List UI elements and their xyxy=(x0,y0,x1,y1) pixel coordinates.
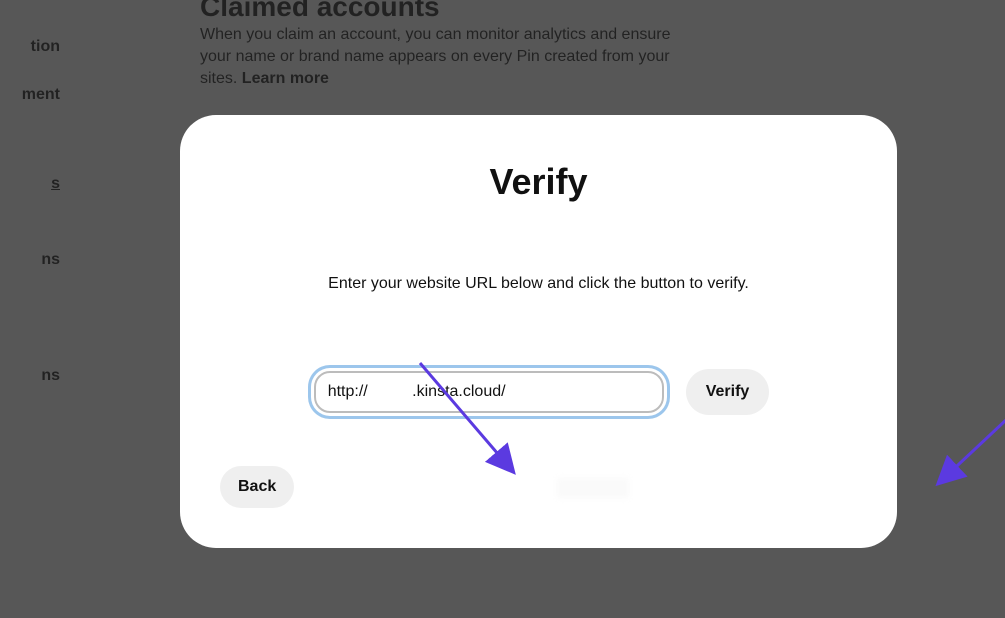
modal-instruction: Enter your website URL below and click t… xyxy=(220,275,857,293)
website-url-input[interactable] xyxy=(314,371,664,413)
url-input-focus-ring xyxy=(308,365,670,419)
modal-title: Verify xyxy=(220,161,857,203)
url-input-row: Verify xyxy=(220,365,857,419)
back-button[interactable]: Back xyxy=(220,466,294,508)
verify-button[interactable]: Verify xyxy=(686,369,770,415)
verify-modal: Verify Enter your website URL below and … xyxy=(180,115,897,548)
